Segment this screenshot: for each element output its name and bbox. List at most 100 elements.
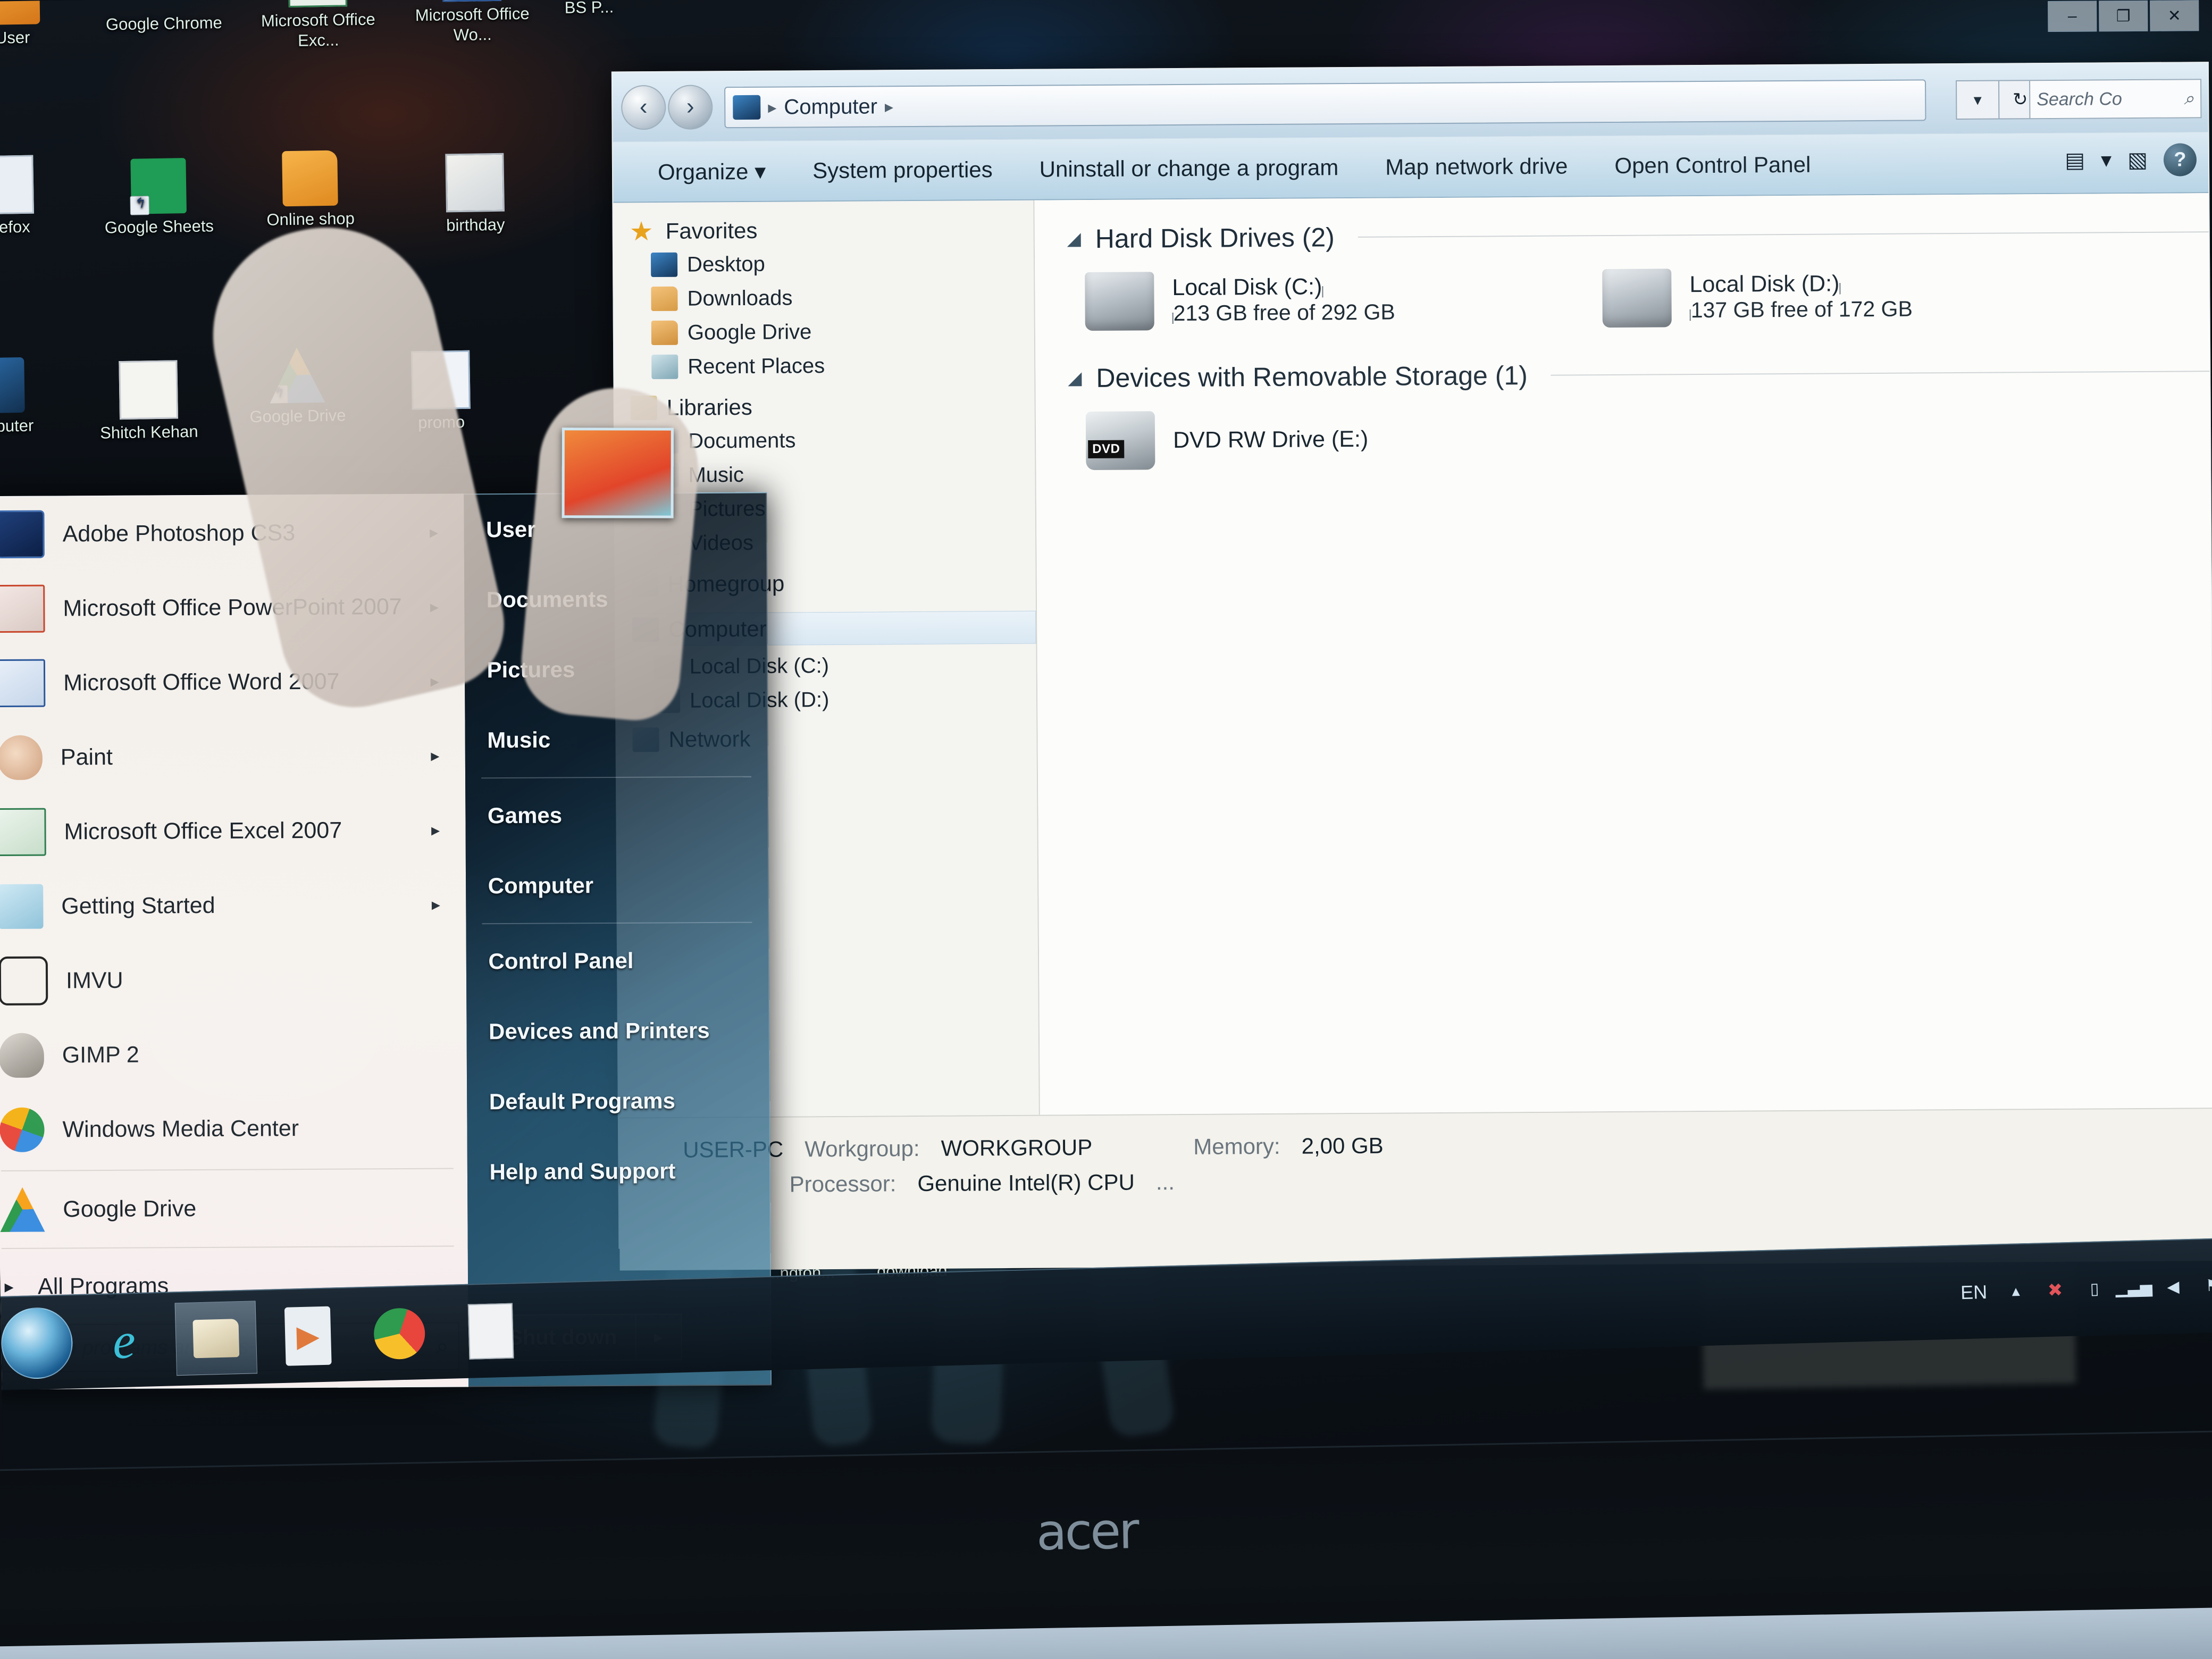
sidebar-item-downloads[interactable]: Downloads [651,284,1034,312]
taskbar-windows-explorer-icon[interactable] [174,1301,258,1376]
start-menu-place-control-panel[interactable]: Control Panel [466,925,768,996]
taskbar-google-chrome-icon[interactable] [358,1296,440,1370]
drive-free-space: 213 GB free of 292 GB [1173,299,1395,326]
explorer-command-bar[interactable]: Organize ▾ System properties Uninstall o… [613,132,2209,203]
group-header-hard-disk-drives[interactable]: ◢ Hard Disk Drives (2) [1063,216,2209,254]
start-menu-item-google-drive[interactable]: Google Drive [0,1172,467,1245]
divider [1551,371,2210,376]
group-title: Devices with Removable Storage (1) [1096,360,1528,393]
back-button[interactable] [621,85,666,130]
desktop-icon-birthday[interactable]: birthday [413,153,537,237]
nav-label: Libraries [666,394,752,420]
language-indicator[interactable]: EN [1960,1281,1988,1304]
sidebar-item-google-drive[interactable]: Google Drive [651,319,1034,346]
address-history-dropdown[interactable]: ▾ [1956,80,2000,120]
search-placeholder: Search Co [2037,88,2122,110]
desktop-icon-google-chrome[interactable]: Google Chrome [102,0,225,35]
map-network-drive-button[interactable]: Map network drive [1362,153,1591,180]
taskbar-windows-media-player-icon[interactable]: ▶ [267,1299,349,1373]
nav-label: Desktop [686,252,765,276]
computer-icon [0,357,25,414]
address-bar[interactable]: ▸ Computer ▸ [724,79,1926,129]
desktop-icon-user[interactable]: User [0,0,74,49]
desktop-icon-online-shop[interactable]: Online shop [248,150,372,231]
drive-free-space: 137 GB free of 172 GB [1690,296,1913,323]
windows-explorer-window[interactable]: – ❐ ✕ ▸ Computer ▸ ▾ ↻ Search Co ⌕ [611,0,2212,1271]
gimp-icon [0,1033,45,1078]
dvd-drive-icon: DVD [1085,411,1155,471]
network-error-icon[interactable]: ✖ [2045,1279,2066,1301]
start-menu-place-games[interactable]: Games [465,779,768,851]
volume-icon[interactable]: ◀ [2163,1276,2184,1298]
start-menu-place-devices-and-printers[interactable]: Devices and Printers [466,995,769,1067]
breadcrumb-computer[interactable]: Computer [784,95,877,119]
drive-item-local-disk-c[interactable]: Local Disk (C:) 213 GB free of 292 GB [1085,270,1395,331]
desktop-icon-bsplayer[interactable]: BS P... [543,0,634,18]
change-view-icon[interactable]: ▤ [2065,148,2085,173]
collapse-triangle-icon[interactable]: ◢ [1063,228,1085,249]
desktop-icon-google-sheets[interactable]: Google Sheets [97,157,220,238]
start-menu-place-computer[interactable]: Computer [465,849,768,921]
action-center-icon[interactable]: ⚑ [2202,1275,2212,1297]
chevron-right-icon[interactable]: ▸ [432,894,440,915]
system-properties-button[interactable]: System properties [789,157,1016,184]
device-name[interactable]: DVD RW Drive (E:) [1173,426,1368,453]
open-control-panel-button[interactable]: Open Control Panel [1591,152,1834,179]
explorer-title-bar[interactable]: – ❐ ✕ ▸ Computer ▸ ▾ ↻ Search Co ⌕ [612,0,2208,142]
uninstall-change-program-button[interactable]: Uninstall or change a program [1016,155,1362,182]
start-menu-item-imvu[interactable]: IMVU [0,941,466,1018]
desktop-icon-excel[interactable]: Microsoft Office Exc... [256,0,380,52]
nav-label: Documents [688,428,796,453]
start-menu-item-windows-media-center[interactable]: Windows Media Center [0,1090,467,1167]
window-controls[interactable]: – ❐ ✕ [2048,0,2199,32]
desktop-icon-word[interactable]: Microsoft Office Wo... [410,0,534,46]
chevron-right-icon[interactable]: ▸ [431,745,439,766]
desktop-icon-label: User [0,28,30,47]
explorer-body: ★ Favorites Desktop Downloads Google Dri… [613,193,2212,1118]
start-menu-place-help-and-support[interactable]: Help and Support [467,1135,769,1207]
explorer-content-pane[interactable]: ◢ Hard Disk Drives (2) Local Disk (C:) 2… [1034,193,2212,1115]
desktop-icon-firefox[interactable]: Firefox [0,155,66,239]
hard-drive-icon [1085,272,1154,331]
divider [482,921,752,925]
organize-button[interactable]: Organize ▾ [634,158,789,185]
taskbar-document-icon[interactable] [450,1294,531,1368]
view-controls[interactable]: ▤ ▾ ▧ ? [2065,143,2197,177]
divider [1,1168,454,1172]
chevron-right-icon[interactable]: ▸ [431,820,440,840]
desktop-icon-shitch-kehan[interactable]: Shitch Kehan [87,359,210,443]
start-menu-item-paint[interactable]: Paint ▸ [0,718,465,795]
sidebar-item-music[interactable]: Music [652,461,1035,488]
nav-group-favorites[interactable]: ★ Favorites [630,216,1034,246]
group-header-removable-storage[interactable]: ◢ Devices with Removable Storage (1) [1064,356,2210,393]
show-hidden-icons-button[interactable]: ▴ [2005,1280,2027,1302]
preview-pane-icon[interactable]: ▧ [2127,148,2148,172]
photoshop-icon [0,510,45,559]
signal-bars-icon[interactable]: ▁▃▅ [2115,1277,2152,1299]
drive-item-local-disk-d[interactable]: Local Disk (D:) 137 GB free of 172 GB [1602,267,1913,328]
close-button[interactable]: ✕ [2150,0,2199,31]
start-menu-place-default-programs[interactable]: Default Programs [466,1065,769,1137]
desktop-icon-computer[interactable]: Computer [0,357,58,438]
start-menu-item-getting-started[interactable]: Getting Started ▸ [0,867,466,944]
collapse-triangle-icon[interactable]: ◢ [1064,367,1085,389]
system-tray[interactable]: EN ▴ ✖ ▯ ▁▃▅ ◀ ⚑ [1960,1273,2212,1303]
taskbar-internet-explorer-icon[interactable]: e [83,1304,165,1378]
help-icon[interactable]: ? [2163,143,2197,177]
sidebar-item-recent-places[interactable]: Recent Places [651,353,1034,380]
maximize-button[interactable]: ❐ [2099,0,2148,32]
chevron-down-icon[interactable]: ▾ [2101,148,2112,172]
forward-button[interactable] [668,85,713,130]
explorer-search-box[interactable]: Search Co ⌕ [2029,79,2202,120]
sidebar-item-desktop[interactable]: Desktop [650,250,1034,278]
sidebar-item-documents[interactable]: Documents [651,427,1035,454]
start-menu-item-gimp[interactable]: GIMP 2 [0,1016,467,1093]
nav-group-libraries[interactable]: Libraries [630,393,1035,421]
minimize-button[interactable]: – [2048,1,2097,32]
start-button[interactable] [0,1306,74,1380]
battery-icon[interactable]: ▯ [2084,1278,2106,1300]
breadcrumb-separator-2[interactable]: ▸ [885,96,893,116]
processor-ellipsis: ... [1155,1169,1175,1195]
start-menu-item-excel[interactable]: Microsoft Office Excel 2007 ▸ [0,792,465,869]
nav-label: Favorites [665,217,758,244]
